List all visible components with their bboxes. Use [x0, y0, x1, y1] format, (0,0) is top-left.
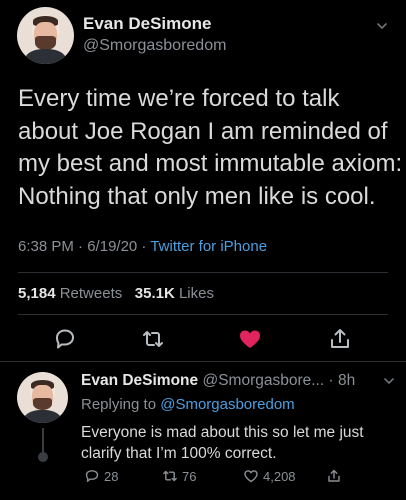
chevron-down-icon[interactable] — [376, 20, 388, 32]
reply-age[interactable]: 8h — [338, 372, 355, 389]
like-button[interactable] — [237, 326, 263, 352]
retweets-count[interactable]: 5,184 — [18, 285, 56, 302]
avatar-shirt — [24, 49, 66, 64]
share-button[interactable] — [327, 326, 353, 352]
reply-separator: · — [324, 372, 338, 389]
reply-retweets-count: 76 — [182, 468, 197, 484]
avatar-beard — [34, 35, 57, 50]
tweet-meta: 6:38 PM · 6/19/20 · Twitter for iPhone — [18, 238, 267, 255]
reply-header: Evan DeSimone @Smorgasbore... · 8h — [81, 372, 355, 390]
tweet-date[interactable]: 6/19/20 — [87, 238, 137, 255]
likes-count[interactable]: 35.1K — [135, 285, 175, 302]
retweet-icon — [163, 470, 177, 482]
reply-share-button[interactable] — [326, 468, 342, 484]
meta-separator: · — [137, 238, 151, 255]
reply-reply-button[interactable]: 28 — [84, 468, 118, 484]
share-icon — [331, 329, 349, 348]
replying-to-prefix: Replying to — [81, 396, 161, 413]
heart-icon — [244, 470, 258, 483]
reply-author-name[interactable]: Evan DeSimone — [81, 372, 198, 389]
reply-likes-count: 4,208 — [263, 468, 296, 484]
chevron-down-icon[interactable] — [383, 375, 395, 387]
divider — [18, 314, 388, 315]
speech-bubble-icon — [85, 470, 99, 482]
replying-to-handle[interactable]: @Smorgasboredom — [160, 396, 294, 413]
tweet-text: Every time we’re forced to talk about Jo… — [18, 85, 403, 210]
divider — [0, 361, 406, 362]
reply-replies-count: 28 — [104, 468, 119, 484]
retweet-icon — [143, 331, 163, 347]
heart-icon — [240, 330, 260, 348]
reply-author-handle[interactable]: @Smorgasbore... — [202, 372, 324, 389]
replying-to: Replying to @Smorgasboredom — [81, 396, 295, 413]
retweets-label[interactable]: Retweets — [60, 285, 123, 302]
tweet-client-link[interactable]: Twitter for iPhone — [150, 238, 267, 255]
likes-label[interactable]: Likes — [179, 285, 214, 302]
avatar-beard — [32, 397, 53, 411]
reply-retweet-button[interactable]: 76 — [162, 468, 196, 484]
author-handle[interactable]: @Smorgasboredom — [83, 37, 226, 55]
retweet-button[interactable] — [140, 326, 166, 352]
engagement-counts: 5,184 Retweets 35.1K Likes — [18, 285, 214, 302]
meta-separator: · — [73, 238, 88, 255]
avatar-shirt — [24, 409, 61, 423]
divider — [18, 272, 388, 273]
share-icon — [328, 469, 340, 482]
reply-text: Everyone is mad about this so let me jus… — [81, 424, 364, 462]
reply-button[interactable] — [52, 326, 78, 352]
tweet-time[interactable]: 6:38 PM — [18, 238, 74, 255]
thread-dot — [38, 452, 48, 462]
speech-bubble-icon — [56, 329, 74, 349]
author-avatar[interactable] — [17, 7, 74, 64]
author-name[interactable]: Evan DeSimone — [83, 14, 212, 34]
reply-like-button[interactable]: 4,208 — [243, 468, 296, 484]
reply-author-avatar[interactable] — [17, 372, 68, 423]
